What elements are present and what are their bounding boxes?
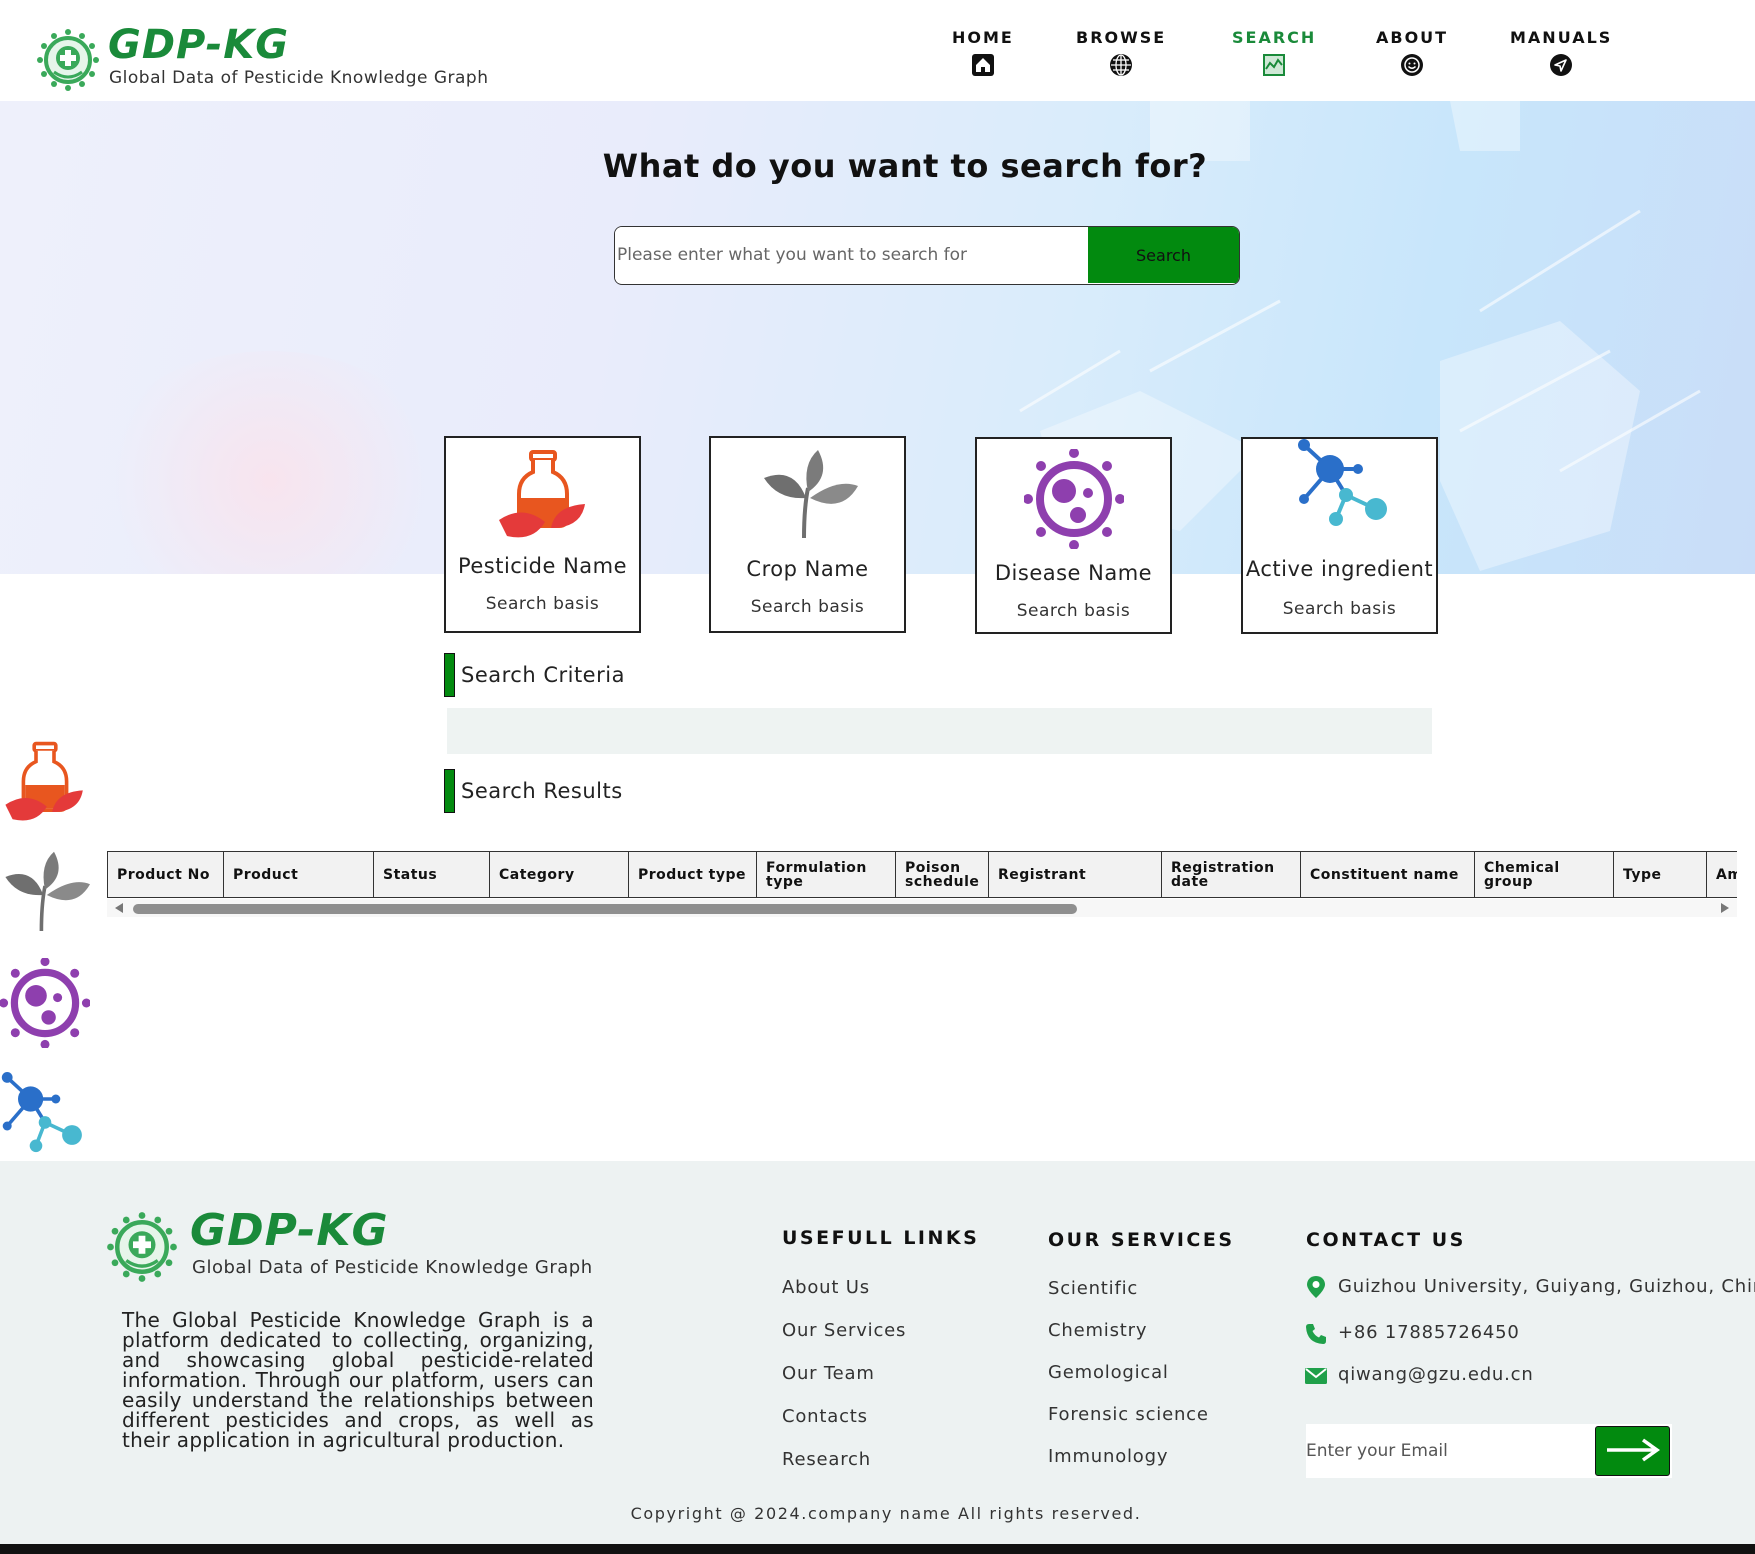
service-scientific[interactable]: Scientific bbox=[1048, 1278, 1138, 1299]
card-title: Pesticide Name bbox=[457, 554, 628, 578]
globe-icon bbox=[1110, 54, 1133, 76]
card-subtitle: Search basis bbox=[750, 597, 865, 617]
phone-icon bbox=[1306, 1324, 1326, 1344]
footer-brand-name[interactable]: GDP-KG bbox=[190, 1205, 389, 1256]
nav-home[interactable]: HOME bbox=[952, 28, 1014, 77]
search-criteria-box bbox=[447, 708, 1432, 754]
col-formulation-type[interactable]: Formulation type bbox=[756, 851, 895, 898]
chart-icon bbox=[1263, 54, 1286, 76]
link-our-services[interactable]: Our Services bbox=[782, 1320, 906, 1341]
card-subtitle: Search basis bbox=[1016, 601, 1131, 621]
results-table: Product No Product Status Category Produ… bbox=[107, 851, 1737, 917]
location-pin-icon bbox=[1307, 1276, 1325, 1298]
card-active-ingredient[interactable]: Active ingredient Search basis bbox=[1241, 437, 1438, 634]
site-header: GDP-KG Global Data of Pesticide Knowledg… bbox=[0, 0, 1755, 101]
service-immunology[interactable]: Immunology bbox=[1048, 1446, 1168, 1467]
col-constituent-name[interactable]: Constituent name bbox=[1300, 851, 1474, 898]
col-registration-date[interactable]: Registration date bbox=[1161, 851, 1300, 898]
copyright-text: Copyright @ 2024.company name All rights… bbox=[630, 1504, 1142, 1523]
footer-about-text: The Global Pesticide Knowledge Graph is … bbox=[122, 1308, 594, 1452]
subscribe-button[interactable] bbox=[1595, 1426, 1670, 1476]
search-input[interactable] bbox=[615, 227, 1089, 283]
virus-icon bbox=[1023, 449, 1124, 549]
section-label: Search Results bbox=[461, 779, 623, 803]
horizontal-scrollbar[interactable] bbox=[107, 899, 1737, 917]
section-label: Search Criteria bbox=[461, 663, 625, 687]
card-title: Disease Name bbox=[994, 561, 1153, 585]
contact-phone: +86 17885726450 bbox=[1338, 1322, 1520, 1343]
hero-title: What do you want to search for? bbox=[602, 147, 1208, 185]
home-icon bbox=[971, 54, 994, 76]
table-header-row: Product No Product Status Category Produ… bbox=[107, 851, 1737, 898]
search-box: Search bbox=[614, 226, 1240, 285]
nav-search[interactable]: SEARCH bbox=[1232, 28, 1316, 77]
mail-icon bbox=[1305, 1368, 1327, 1384]
nav-about-label: ABOUT bbox=[1376, 28, 1449, 47]
col-product-no[interactable]: Product No bbox=[107, 851, 223, 898]
nav-browse[interactable]: BROWSE bbox=[1076, 28, 1166, 77]
side-pesticide-icon[interactable] bbox=[0, 740, 90, 830]
nav-about[interactable]: ABOUT bbox=[1376, 28, 1448, 77]
scroll-right-icon[interactable] bbox=[1721, 903, 1729, 913]
footer-bottom-bar bbox=[0, 1544, 1755, 1554]
footer-logo-icon[interactable] bbox=[106, 1211, 178, 1283]
arrow-right-icon bbox=[1606, 1438, 1660, 1461]
nav-manuals-label: MANUALS bbox=[1510, 28, 1613, 47]
side-molecule-icon[interactable] bbox=[0, 1072, 90, 1162]
leaf-icon bbox=[763, 450, 858, 539]
card-pesticide-name[interactable]: Pesticide Name Search basis bbox=[444, 436, 641, 633]
col-product-type[interactable]: Product type bbox=[628, 851, 756, 898]
service-chemistry[interactable]: Chemistry bbox=[1048, 1320, 1147, 1341]
col-type[interactable]: Type bbox=[1613, 851, 1706, 898]
col-product[interactable]: Product bbox=[223, 851, 373, 898]
col-category[interactable]: Category bbox=[489, 851, 628, 898]
link-about-us[interactable]: About Us bbox=[782, 1277, 870, 1298]
link-our-team[interactable]: Our Team bbox=[782, 1363, 875, 1384]
col-am[interactable]: Am bbox=[1706, 851, 1737, 898]
card-title: Active ingredient bbox=[1245, 557, 1434, 581]
card-disease-name[interactable]: Disease Name Search basis bbox=[975, 437, 1172, 634]
search-button[interactable]: Search bbox=[1088, 227, 1239, 283]
col-status[interactable]: Status bbox=[373, 851, 489, 898]
our-services-title: OUR SERVICES bbox=[1048, 1229, 1235, 1251]
site-footer: GDP-KG Global Data of Pesticide Knowledg… bbox=[0, 1161, 1755, 1544]
useful-links-title: USEFULL LINKS bbox=[782, 1227, 980, 1249]
card-subtitle: Search basis bbox=[485, 594, 600, 614]
nav-search-label: SEARCH bbox=[1232, 28, 1317, 47]
nav-browse-label: BROWSE bbox=[1076, 28, 1167, 47]
card-title: Crop Name bbox=[746, 557, 869, 581]
card-subtitle: Search basis bbox=[1282, 599, 1397, 619]
newsletter-form bbox=[1306, 1424, 1672, 1478]
service-gemological[interactable]: Gemological bbox=[1048, 1362, 1169, 1383]
card-crop-name[interactable]: Crop Name Search basis bbox=[709, 436, 906, 633]
main-nav: HOME BROWSE SEARCH ABOUT MANUALS bbox=[0, 28, 1755, 88]
scrollbar-thumb[interactable] bbox=[133, 904, 1077, 914]
nav-home-label: HOME bbox=[952, 28, 1014, 47]
section-marker bbox=[444, 653, 455, 697]
email-field[interactable] bbox=[1306, 1424, 1594, 1478]
pesticide-bottle-icon bbox=[498, 450, 585, 538]
contact-address: Guizhou University, Guiyang, Guizhou, Ch… bbox=[1338, 1276, 1755, 1297]
contact-email[interactable]: qiwang@gzu.edu.cn bbox=[1338, 1364, 1534, 1385]
col-poison-schedule[interactable]: Poison schedule bbox=[895, 851, 988, 898]
section-marker bbox=[444, 769, 455, 813]
nav-manuals[interactable]: MANUALS bbox=[1510, 28, 1612, 77]
col-chemical-group[interactable]: Chemical group bbox=[1474, 851, 1613, 898]
scroll-left-icon[interactable] bbox=[115, 903, 123, 913]
smile-icon bbox=[1401, 54, 1424, 76]
service-forensic-science[interactable]: Forensic science bbox=[1048, 1404, 1209, 1425]
col-registrant[interactable]: Registrant bbox=[988, 851, 1161, 898]
molecule-icon bbox=[1297, 439, 1387, 526]
side-leaf-icon[interactable] bbox=[0, 850, 90, 940]
send-icon bbox=[1550, 54, 1573, 76]
footer-brand-subtitle: Global Data of Pesticide Knowledge Graph bbox=[192, 1257, 593, 1278]
link-research[interactable]: Research bbox=[782, 1449, 871, 1470]
contact-us-title: CONTACT US bbox=[1306, 1229, 1466, 1251]
link-contacts[interactable]: Contacts bbox=[782, 1406, 868, 1427]
side-virus-icon[interactable] bbox=[0, 958, 90, 1048]
